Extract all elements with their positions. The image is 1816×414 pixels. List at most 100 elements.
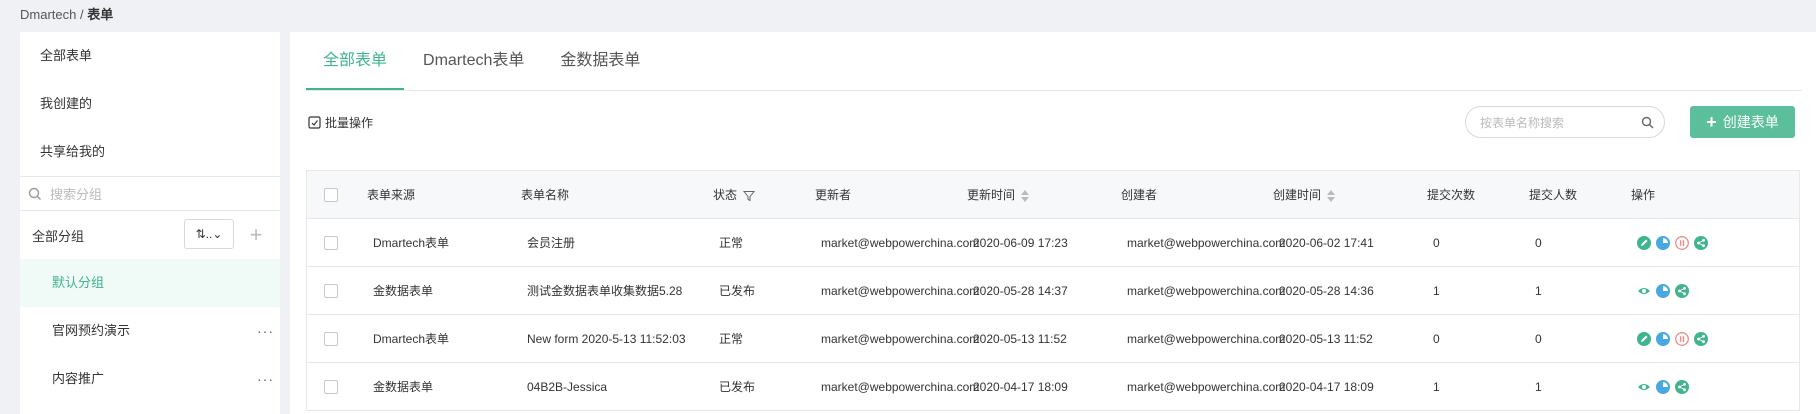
header-updated-at-label: 更新时间 — [967, 188, 1016, 202]
group-search-input[interactable]: 搜索分组 — [20, 177, 280, 211]
share-icon[interactable] — [1694, 236, 1708, 250]
group-header-label: 全部分组 — [32, 228, 85, 244]
table-row[interactable]: 金数据表单 测试金数据表单收集数据5.28 已发布 market@webpowerch… — [307, 267, 1799, 315]
pause-icon[interactable] — [1675, 332, 1689, 346]
plus-icon: + — [1706, 111, 1717, 132]
table-row[interactable]: Dmartech表单 会员注册 正常 market@webpowerchina.com… — [307, 219, 1799, 267]
header-created-at[interactable]: 创建时间 — [1273, 171, 1336, 219]
share-icon[interactable] — [1694, 332, 1708, 346]
edit-icon[interactable] — [1637, 236, 1651, 250]
cell-created-at: 2020-05-28 14:36 — [1279, 284, 1374, 298]
batch-operation-button[interactable]: 批量操作 — [308, 114, 373, 131]
header-updated-at[interactable]: 更新时间 — [967, 171, 1030, 219]
cell-updated-at: 2020-05-28 14:37 — [973, 284, 1068, 298]
create-form-label: 创建表单 — [1722, 114, 1779, 130]
select-all-checkbox[interactable] — [324, 188, 338, 202]
cell-submit-count: 0 — [1433, 236, 1440, 250]
sidebar-item-shared-with-me[interactable]: 共享给我的 — [20, 128, 280, 176]
group-search-placeholder: 搜索分组 — [50, 187, 103, 202]
header-creator: 创建者 — [1121, 188, 1158, 202]
group-item-default[interactable]: 默认分组 — [20, 259, 280, 307]
table-header: 表单来源 表单名称 状态 更新者 更新时间 创建者 创建时间 提交次数 提交人数… — [307, 171, 1799, 219]
cell-creator: market@webpowerchina.com — [1127, 332, 1286, 346]
group-item-website-demo[interactable]: 官网预约演示 ··· — [20, 307, 280, 355]
breadcrumb-root[interactable]: Dmartech — [20, 7, 76, 22]
table-row[interactable]: 金数据表单 04B2B-Jessica 已发布 market@webpowerchin… — [307, 363, 1799, 411]
group-header: 全部分组 ⇅..⌄ + — [20, 211, 280, 259]
header-submit-count: 提交次数 — [1427, 188, 1476, 202]
search-icon — [28, 187, 41, 200]
cell-status: 正常 — [719, 332, 744, 346]
row-checkbox[interactable] — [324, 284, 338, 298]
cell-creator: market@webpowerchina.com — [1127, 236, 1286, 250]
cell-updated-at: 2020-06-09 17:23 — [973, 236, 1068, 250]
view-icon[interactable] — [1637, 284, 1651, 298]
cell-status: 正常 — [719, 236, 744, 250]
create-form-button[interactable]: + 创建表单 — [1690, 106, 1795, 138]
forms-table: 表单来源 表单名称 状态 更新者 更新时间 创建者 创建时间 提交次数 提交人数… — [306, 170, 1800, 411]
stats-icon[interactable] — [1656, 380, 1670, 394]
header-actions: 操作 — [1631, 188, 1656, 202]
cell-updater: market@webpowerchina.com — [821, 236, 980, 250]
cell-creator: market@webpowerchina.com — [1127, 380, 1286, 394]
more-icon[interactable]: ··· — [257, 307, 274, 355]
add-group-icon[interactable]: + — [246, 221, 266, 249]
breadcrumb: Dmartech / 表单 — [20, 4, 113, 23]
batch-operation-label: 批量操作 — [325, 116, 374, 130]
group-item-label: 官网预约演示 — [52, 323, 131, 338]
pause-icon[interactable] — [1675, 236, 1689, 250]
breadcrumb-separator: / — [76, 7, 88, 22]
cell-updated-at: 2020-04-17 18:09 — [973, 380, 1068, 394]
form-search-input[interactable]: 按表单名称搜索 — [1465, 106, 1665, 138]
batch-edit-icon — [308, 116, 321, 129]
sidebar-item-all-forms[interactable]: 全部表单 — [20, 32, 280, 80]
tab-jinshuju-forms[interactable]: 金数据表单 — [543, 32, 657, 90]
sort-icon[interactable] — [1021, 189, 1030, 203]
stats-icon[interactable] — [1656, 332, 1670, 346]
search-icon[interactable] — [1641, 116, 1654, 129]
row-actions — [1637, 219, 1708, 267]
header-updater: 更新者 — [815, 188, 852, 202]
stats-icon[interactable] — [1656, 284, 1670, 298]
header-submit-users: 提交人数 — [1529, 188, 1578, 202]
view-icon[interactable] — [1637, 380, 1651, 394]
share-icon[interactable] — [1675, 284, 1689, 298]
sort-icon[interactable] — [1327, 189, 1336, 203]
more-icon[interactable]: ··· — [257, 355, 274, 403]
stats-icon[interactable] — [1656, 236, 1670, 250]
header-created-at-label: 创建时间 — [1273, 188, 1322, 202]
group-item-content-promotion[interactable]: 内容推广 ··· — [20, 355, 280, 403]
row-checkbox[interactable] — [324, 332, 338, 346]
cell-submit-users: 1 — [1535, 284, 1542, 298]
breadcrumb-current: 表单 — [87, 7, 114, 22]
header-source: 表单来源 — [367, 188, 416, 202]
cell-name: 会员注册 — [527, 236, 576, 250]
table-row[interactable]: Dmartech表单 New form 2020-5-13 11:52:03 正常 m… — [307, 315, 1799, 363]
row-checkbox[interactable] — [324, 380, 338, 394]
cell-updater: market@webpowerchina.com — [821, 332, 980, 346]
edit-icon[interactable] — [1637, 332, 1651, 346]
tab-all-forms[interactable]: 全部表单 — [306, 32, 405, 90]
cell-created-at: 2020-06-02 17:41 — [1279, 236, 1374, 250]
filter-icon[interactable] — [743, 190, 756, 202]
cell-submit-count: 1 — [1433, 380, 1440, 394]
group-sort-select[interactable]: ⇅..⌄ — [184, 219, 234, 249]
row-checkbox[interactable] — [324, 236, 338, 250]
tab-dmartech-forms[interactable]: Dmartech表单 — [406, 32, 541, 90]
header-status-label: 状态 — [713, 188, 738, 202]
share-icon[interactable] — [1675, 380, 1689, 394]
tabs: 全部表单 Dmartech表单 金数据表单 — [306, 32, 659, 90]
cell-submit-count: 1 — [1433, 284, 1440, 298]
cell-updated-at: 2020-05-13 11:52 — [973, 332, 1067, 346]
cell-submit-count: 0 — [1433, 332, 1440, 346]
cell-created-at: 2020-05-13 11:52 — [1279, 332, 1373, 346]
header-status[interactable]: 状态 — [713, 171, 756, 219]
row-actions — [1637, 315, 1708, 363]
group-item-label: 内容推广 — [52, 371, 105, 386]
table-body: Dmartech表单 会员注册 正常 market@webpowerchina.com… — [307, 219, 1799, 411]
cell-created-at: 2020-04-17 18:09 — [1279, 380, 1374, 394]
sidebar-item-created-by-me[interactable]: 我创建的 — [20, 80, 280, 128]
cell-updater: market@webpowerchina.com — [821, 284, 980, 298]
cell-name: 04B2B-Jessica — [527, 380, 608, 394]
cell-source: Dmartech表单 — [373, 236, 450, 250]
